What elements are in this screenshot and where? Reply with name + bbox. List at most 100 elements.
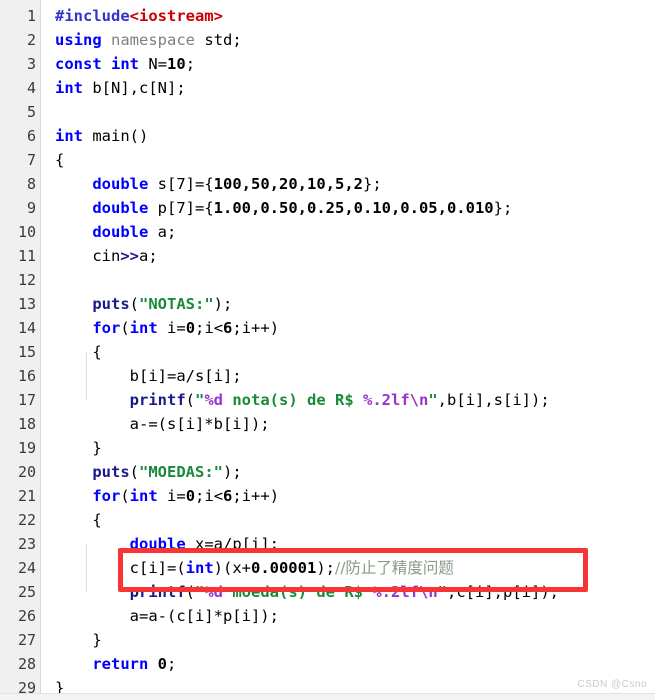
semicolon: ; — [167, 655, 177, 673]
keyword-double: double — [92, 175, 149, 193]
variable-a: a; — [157, 223, 177, 241]
code-line-24[interactable]: c[i]=(int)(x+0.00001);//防止了精度问题 — [55, 556, 655, 580]
brace-close-semicolon: }; — [362, 175, 382, 193]
paren-open: ( — [120, 487, 130, 505]
inline-comment-chinese: //防止了精度问题 — [334, 559, 454, 577]
code-line-21[interactable]: for(int i=0;i<6;i++) — [55, 484, 655, 508]
line-number-label: 22 — [17, 511, 36, 529]
assign-a-subtract: a=a-(c[i]*p[i]); — [129, 607, 279, 625]
array-s-init: s[7]={ — [157, 175, 214, 193]
code-line-15[interactable]: { — [55, 340, 655, 364]
number-6: 6 — [223, 319, 233, 337]
line-number: 22▾ — [0, 508, 49, 532]
line-number: 18 — [17, 415, 36, 433]
line-number: 12 — [17, 271, 36, 289]
code-line-20[interactable]: puts("MOEDAS:"); — [55, 460, 655, 484]
string-quote-open: " — [195, 391, 205, 409]
number-10: 10 — [167, 55, 186, 73]
brace-close-semicolon: }; — [493, 199, 513, 217]
code-line-25[interactable]: printf("%d moeda(s) de R$ %.2lf\n",c[i],… — [55, 580, 655, 604]
line-number: 6 — [26, 127, 36, 145]
line-number: 28 — [17, 655, 36, 673]
code-line-23[interactable]: double x=a/p[i]; — [55, 532, 655, 556]
line-number: 5 — [26, 103, 36, 121]
function-main: main() — [92, 127, 149, 145]
loop-incr: ;i++) — [232, 487, 280, 505]
function-printf: printf — [129, 583, 186, 601]
paren-close-semicolon: ); — [316, 559, 335, 577]
keyword-namespace: namespace — [111, 31, 196, 49]
code-line-13[interactable]: puts("NOTAS:"); — [55, 292, 655, 316]
paren-open: ( — [185, 391, 195, 409]
function-puts: puts — [92, 463, 130, 481]
format-spec-lf: %.2lf\n — [372, 583, 438, 601]
line-number: 23 — [17, 535, 36, 553]
function-printf: printf — [129, 391, 186, 409]
code-line-19[interactable]: } — [55, 436, 655, 460]
code-line-7[interactable]: { — [55, 148, 655, 172]
line-number-label: 7 — [26, 151, 36, 169]
code-line-4[interactable]: int b[N],c[N]; — [55, 76, 655, 100]
string-nota-text: nota(s) de R$ — [223, 391, 363, 409]
brace-close: } — [92, 631, 102, 649]
keyword-int: int — [129, 319, 158, 337]
number-0: 0 — [185, 319, 196, 337]
assign-c-cast: c[i]=( — [129, 559, 186, 577]
code-line-6[interactable]: int main() — [55, 124, 655, 148]
line-number: 25 — [17, 583, 36, 601]
line-number: 27 — [17, 631, 36, 649]
cin-stream: cin — [92, 247, 121, 265]
editor-bottom-bar — [0, 693, 655, 700]
line-number: 10 — [17, 223, 36, 241]
line-number: 17 — [17, 391, 36, 409]
code-line-10[interactable]: double a; — [55, 220, 655, 244]
line-number: 3 — [26, 55, 36, 73]
code-text-area[interactable]: #include<iostream> using namespace std; … — [41, 0, 655, 700]
array-declarations: b[N],c[N]; — [92, 79, 186, 97]
indent-guide-line — [86, 544, 87, 592]
function-puts: puts — [92, 295, 130, 313]
code-line-26[interactable]: a=a-(c[i]*p[i]); — [55, 604, 655, 628]
code-line-11[interactable]: cin>>a; — [55, 244, 655, 268]
stream-operator: >> — [120, 247, 139, 265]
array-values-s: 100,50,20,10,5,2 — [213, 175, 363, 193]
format-spec-lf: %.2lf\n — [363, 391, 429, 409]
keyword-int: int — [55, 127, 83, 145]
line-number: 13 — [17, 295, 36, 313]
paren-open: ( — [185, 583, 195, 601]
variable-a: a; — [139, 247, 158, 265]
line-number: 15▾ — [0, 340, 49, 364]
string-moedas: "MOEDAS:" — [139, 463, 223, 481]
code-line-18[interactable]: a-=(s[i]*b[i]); — [55, 412, 655, 436]
code-line-9[interactable]: double p[7]={1.00,0.50,0.25,0.10,0.05,0.… — [55, 196, 655, 220]
line-number-label: 15 — [17, 343, 36, 361]
code-line-16[interactable]: b[i]=a/s[i]; — [55, 364, 655, 388]
code-line-12-empty[interactable] — [55, 268, 655, 292]
line-number-gutter: 1 2 3 4 5 6 7▾ 8 9 10 11 12 13 14 15▾ 16… — [0, 0, 49, 700]
code-line-3[interactable]: const int N=10; — [55, 52, 655, 76]
loop-cond: ;i< — [195, 319, 224, 337]
line-number: 14 — [17, 319, 36, 337]
code-line-14[interactable]: for(int i=0;i<6;i++) — [55, 316, 655, 340]
code-line-17[interactable]: printf("%d nota(s) de R$ %.2lf\n",b[i],s… — [55, 388, 655, 412]
line-number: 21 — [17, 487, 36, 505]
brace-close: } — [92, 439, 102, 457]
code-editor[interactable]: 1 2 3 4 5 6 7▾ 8 9 10 11 12 13 14 15▾ 16… — [0, 0, 655, 700]
keyword-double: double — [129, 535, 186, 553]
keyword-for: for — [92, 487, 121, 505]
code-line-5-empty[interactable] — [55, 100, 655, 124]
code-line-2[interactable]: using namespace std; — [55, 28, 655, 52]
line-number: 1 — [26, 7, 36, 25]
keyword-int: int — [111, 55, 140, 73]
loop-init: i= — [167, 487, 186, 505]
array-p-init: p[7]={ — [157, 199, 214, 217]
code-line-28[interactable]: return 0; — [55, 652, 655, 676]
code-line-22[interactable]: { — [55, 508, 655, 532]
keyword-double: double — [92, 223, 149, 241]
keyword-return: return — [92, 655, 149, 673]
string-moeda-text: moeda(s) de R$ — [223, 583, 373, 601]
code-line-1[interactable]: #include<iostream> — [55, 4, 655, 28]
code-line-8[interactable]: double s[7]={100,50,20,10,5,2}; — [55, 172, 655, 196]
code-line-27[interactable]: } — [55, 628, 655, 652]
line-number: 16 — [17, 367, 36, 385]
